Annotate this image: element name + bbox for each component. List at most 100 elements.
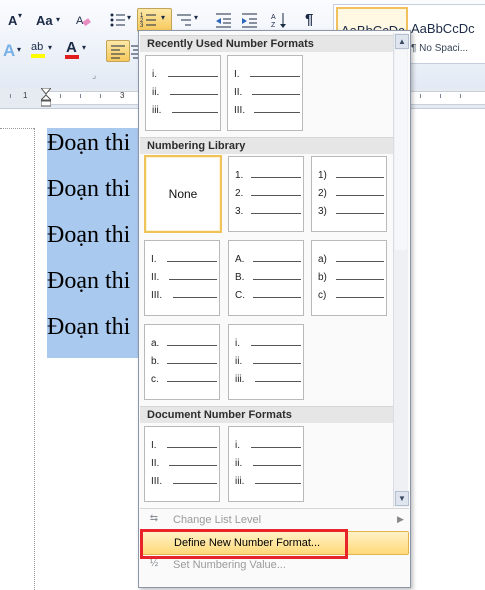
format-decimal-period[interactable]: 1. 2. 3. (228, 156, 304, 232)
format-roman-upper[interactable]: I. II. III. (144, 240, 220, 316)
svg-text:A: A (76, 15, 84, 27)
document-line[interactable]: Đoạn thi (47, 176, 130, 203)
list-marker: 2) (318, 188, 327, 199)
ruler-tick (80, 94, 81, 98)
chevron-down-icon: ▾ (48, 43, 53, 52)
list-marker: B. (235, 272, 245, 283)
format-alpha-upper[interactable]: A. B. C. (228, 240, 304, 316)
list-marker: II. (234, 87, 243, 98)
recent-format-roman-lower[interactable]: i. ii. iii. (145, 55, 221, 131)
document-format-roman-lower[interactable]: i. ii. iii. (228, 426, 304, 502)
style-name: ¶ No Spaci... (411, 43, 469, 54)
indent-marker-icon (39, 87, 53, 107)
list-marker: 1) (318, 170, 327, 181)
scroll-down-icon[interactable]: ▼ (395, 491, 409, 506)
list-marker: iii. (235, 476, 245, 487)
align-left-button[interactable] (106, 40, 130, 62)
increase-indent-button[interactable] (238, 8, 262, 32)
decrease-indent-icon (216, 13, 231, 28)
style-preview: AaBbCcDc (411, 21, 475, 36)
list-marker: I. (151, 254, 157, 265)
format-roman-lower[interactable]: i. ii. iii. (228, 324, 304, 400)
format-decimal-paren[interactable]: 1) 2) 3) (311, 156, 387, 232)
shrink-font-button[interactable]: A ▾ (4, 10, 28, 32)
multilevel-list-button[interactable]: ▾ (172, 8, 204, 32)
highlighter-icon: ab (31, 41, 44, 53)
margin-guide (34, 128, 35, 590)
scroll-up-icon[interactable]: ▲ (395, 34, 409, 49)
chevron-down-icon: ▾ (161, 13, 166, 22)
list-marker: 3) (318, 206, 327, 217)
multilevel-list-icon (177, 14, 191, 26)
change-list-level-item[interactable]: ⇆ Change List Level ▶ (140, 509, 409, 531)
list-marker: b. (151, 356, 160, 367)
list-marker: a. (151, 338, 160, 349)
change-case-label: Aa (36, 13, 53, 28)
list-marker: II. (151, 272, 160, 283)
list-marker: I. (151, 440, 157, 451)
down-arrow-icon: ▾ (18, 11, 23, 20)
svg-text:Z: Z (271, 22, 276, 29)
recent-format-roman-upper[interactable]: I. II. III. (227, 55, 303, 131)
highlight-annotation (140, 529, 348, 559)
ruler-tick (60, 94, 61, 98)
change-case-button[interactable]: Aa ▾ (33, 10, 65, 32)
document-line[interactable]: Đoạn thi (47, 268, 130, 295)
document-line[interactable]: Đoạn thi (47, 314, 130, 341)
list-marker: a) (318, 254, 327, 265)
list-marker: ii. (235, 458, 243, 469)
list-marker: c. (151, 374, 159, 385)
scroll-track[interactable] (395, 50, 407, 250)
ruler-tick (420, 94, 421, 98)
indent-marker[interactable] (39, 87, 53, 108)
ruler-number: 1 (23, 91, 28, 100)
bullets-button[interactable]: ▾ (106, 8, 136, 32)
font-color-button[interactable]: A ▾ (62, 38, 92, 62)
list-marker: 2. (235, 188, 244, 199)
list-marker: II. (151, 458, 160, 469)
numbering-button[interactable]: 1 2 3 ▾ (137, 8, 172, 32)
recent-formats-header: Recently Used Number Formats (140, 35, 399, 52)
highlight-button[interactable]: ab ▾ (28, 38, 58, 62)
dialog-launcher-icon[interactable]: ⌟ (92, 70, 96, 81)
menu-scrollbar[interactable]: ▲ ▼ (393, 33, 409, 507)
eraser-icon: A (76, 15, 91, 27)
list-marker: b) (318, 272, 327, 283)
highlight-color-bar (31, 54, 45, 58)
set-numbering-value-label: Set Numbering Value... (173, 559, 286, 571)
list-marker: i. (235, 338, 240, 349)
list-marker: I. (234, 69, 240, 80)
list-marker: iii. (152, 105, 162, 116)
decrease-indent-button[interactable] (212, 8, 236, 32)
document-line[interactable]: Đoạn thi (47, 130, 130, 157)
text-effects-button[interactable]: A ▾ (0, 38, 26, 62)
clear-formatting-button[interactable]: A (72, 10, 94, 32)
ruler-tick (100, 94, 101, 98)
numbering-value-icon: ½ (149, 558, 159, 569)
show-formatting-button[interactable]: ¶ (300, 8, 322, 32)
list-marker: c) (318, 290, 327, 301)
list-marker: i. (235, 440, 240, 451)
increase-indent-icon (242, 13, 257, 28)
text-effects-icon: A (3, 41, 16, 60)
list-marker: i. (152, 69, 157, 80)
format-alpha-lower-period[interactable]: a. b. c. (144, 324, 220, 400)
document-format-roman-upper[interactable]: I. II. III. (144, 426, 220, 502)
ruler-tick (10, 94, 11, 98)
format-alpha-lower-paren[interactable]: a) b) c) (311, 240, 387, 316)
chevron-down-icon: ▾ (82, 43, 87, 52)
numbering-icon: 1 2 3 (140, 13, 156, 29)
document-formats-header: Document Number Formats (140, 406, 399, 423)
list-marker: III. (151, 476, 163, 487)
list-marker: 1. (235, 170, 244, 181)
numbering-dropdown: Recently Used Number Formats i. ii. iii.… (138, 30, 411, 588)
library-header: Numbering Library (140, 137, 399, 154)
list-marker: 3. (235, 206, 244, 217)
list-marker: A. (235, 254, 245, 265)
document-line[interactable]: Đoạn thi (47, 222, 130, 249)
sort-button[interactable]: AZ (268, 8, 292, 32)
font-size-icon: A (8, 13, 18, 28)
ruler-tick (440, 94, 441, 98)
style-no-spacing[interactable]: AaBbCcDc ¶ No Spaci... (410, 7, 484, 59)
format-none[interactable]: None (144, 155, 222, 233)
